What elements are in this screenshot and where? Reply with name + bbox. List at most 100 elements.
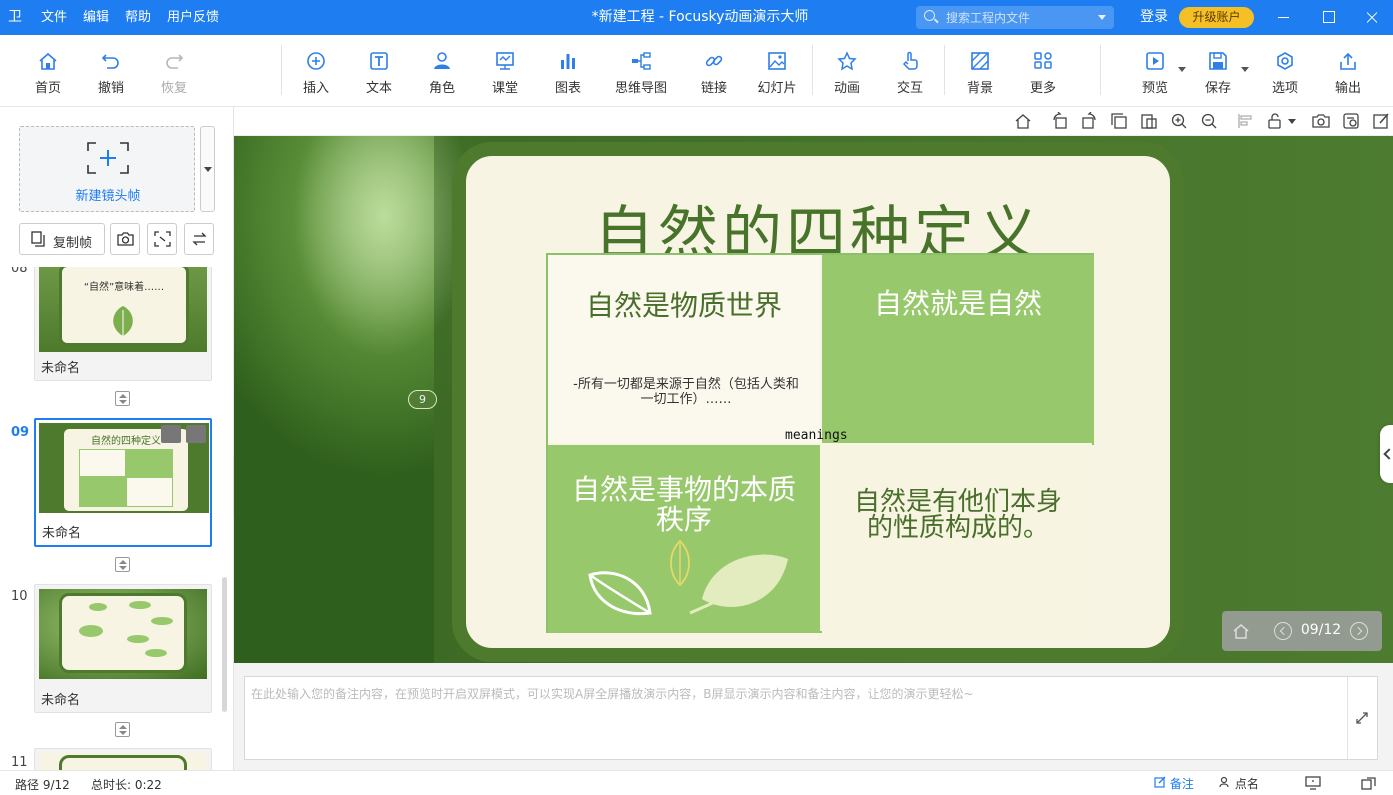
export-button[interactable]: 输出 [1318, 49, 1378, 99]
transition-marker-icon[interactable] [115, 391, 130, 406]
rollcall-button[interactable]: 点名 [1219, 775, 1259, 792]
interaction-button[interactable]: 交互 [880, 49, 940, 99]
upgrade-button[interactable]: 升级账户 [1179, 7, 1254, 28]
star-icon [837, 51, 857, 71]
home-button[interactable]: 首页 [18, 49, 78, 99]
chart-button[interactable]: 图表 [538, 49, 598, 99]
notes-input[interactable] [245, 677, 1349, 759]
notes-toggle[interactable]: 备注 [1154, 775, 1194, 792]
options-button[interactable]: 选项 [1255, 49, 1315, 99]
classroom-button[interactable]: 课堂 [475, 49, 535, 99]
frame-preview-image [39, 589, 207, 679]
menu-file[interactable]: 文件 [41, 0, 67, 35]
search-input[interactable] [946, 9, 1096, 26]
frame-name[interactable]: 未命名 [41, 357, 80, 376]
definition-heading[interactable]: 自然就是自然 [822, 289, 1094, 319]
mindmap-button[interactable]: 思维导图 [604, 49, 678, 99]
fit-frame-button[interactable] [147, 223, 177, 255]
close-button[interactable] [1352, 0, 1392, 35]
definition-cell-material-world[interactable]: 自然是物质世界 -所有一切都是来源于自然（包括人类和一切工作）…… [548, 255, 820, 443]
transition-button[interactable] [184, 223, 214, 255]
copy-icon [31, 231, 45, 247]
text-button[interactable]: 文本 [349, 49, 409, 99]
insert-button[interactable]: 插入 [286, 49, 346, 99]
definition-description[interactable]: -所有一切都是来源于自然（包括人类和一切工作）…… [573, 377, 799, 407]
frame-thumbnail[interactable] [34, 748, 212, 770]
slide-canvas[interactable]: 自然的四种定义 自然是物质世界 -所有一切都是来源于自然（包括人类和一切工作）…… [234, 136, 1393, 663]
menu-feedback[interactable]: 用户反馈 [167, 0, 219, 35]
definition-heading[interactable]: 自然是事物的本质秩序 [548, 475, 820, 535]
zoom-in-icon[interactable] [1170, 112, 1188, 130]
share-window-icon[interactable] [1360, 775, 1378, 791]
definition-heading[interactable]: 自然是物质世界 [548, 291, 820, 321]
menu-edit[interactable]: 编辑 [83, 0, 109, 35]
frame-thumbnail-active[interactable]: 自然的四种定义 未命名 [34, 418, 212, 547]
path-indicator: 路径 9/12 [15, 778, 70, 792]
frame-name[interactable]: 未命名 [41, 689, 80, 708]
notes-expand-button[interactable] [1347, 677, 1377, 759]
add-frame-icon [87, 142, 129, 174]
role-button[interactable]: 角色 [412, 49, 472, 99]
search-dropdown-icon[interactable] [1098, 15, 1106, 20]
screenshot-icon[interactable] [1312, 112, 1330, 130]
home-icon [39, 52, 57, 70]
home-view-icon[interactable] [1014, 112, 1032, 130]
maximize-button[interactable] [1308, 0, 1348, 35]
thumbnail-scrollbar[interactable] [222, 577, 227, 712]
align-left-icon[interactable] [1236, 112, 1254, 130]
copy-frame-button[interactable]: 复制帧 [19, 223, 105, 255]
search-box[interactable] [916, 6, 1114, 29]
frame-thumbnail[interactable]: “自然”意味着…… 未命名 [34, 267, 212, 381]
link-button[interactable]: 链接 [684, 49, 744, 99]
save-button[interactable]: 保存 [1187, 49, 1249, 99]
menu-help[interactable]: 帮助 [125, 0, 151, 35]
nav-home-icon[interactable] [1232, 622, 1250, 640]
login-link[interactable]: 登录 [1140, 0, 1168, 35]
nav-prev-icon[interactable] [1274, 622, 1292, 640]
transition-marker-icon[interactable] [115, 557, 130, 572]
link-icon [705, 55, 723, 67]
collapse-right-panel-button[interactable] [1380, 425, 1393, 483]
snapshot-button[interactable] [110, 223, 140, 255]
minimize-button[interactable] [1264, 0, 1304, 35]
zoom-out-icon[interactable] [1200, 112, 1218, 130]
definition-cell-nature-itself[interactable]: 自然就是自然 [822, 255, 1094, 443]
lock-dropdown-icon[interactable] [1288, 119, 1296, 124]
preview-dropdown-icon[interactable] [1178, 67, 1186, 72]
new-frame-button[interactable]: 新建镜头帧 [19, 126, 195, 212]
frame-name[interactable]: 未命名 [42, 522, 81, 541]
menu-bar: 文件 编辑 帮助 用户反馈 [41, 0, 235, 35]
undo-button[interactable]: 撤销 [81, 49, 141, 99]
export-icon [1340, 52, 1356, 70]
overlay-text-meanings[interactable]: meanings [785, 428, 848, 443]
toolbar-divider [944, 45, 945, 95]
lock-icon[interactable] [1266, 112, 1284, 130]
rotate-left-icon[interactable] [1051, 112, 1069, 130]
preview-button[interactable]: 预览 [1124, 49, 1186, 99]
play-icon [1146, 52, 1164, 70]
save-dropdown-icon[interactable] [1241, 67, 1249, 72]
frame-number-badge[interactable]: 9 [408, 390, 437, 409]
new-frame-dropdown[interactable] [200, 126, 215, 212]
frames-panel: 新建镜头帧 复制帧 08 “自然”意味着…… 未命名 09 自然的四种定义 未命… [0, 107, 234, 770]
screen-mode-icon[interactable] [1304, 775, 1322, 791]
definition-cell-essential-order[interactable]: 自然是事物的本质秩序 [548, 445, 820, 633]
more-button[interactable]: 更多 [1013, 49, 1073, 99]
redo-button[interactable]: 恢复 [144, 49, 204, 99]
frame-settings-icon[interactable] [161, 425, 181, 443]
slides-button[interactable]: 幻灯片 [747, 49, 807, 99]
frame-thumbnail[interactable]: 未命名 [34, 584, 212, 713]
paste-icon[interactable] [1140, 112, 1158, 130]
duplicate-icon[interactable] [1110, 112, 1128, 130]
definition-cell-self-nature[interactable]: 自然是有他们本身的性质构成的。 [822, 445, 1094, 633]
transition-marker-icon[interactable] [115, 722, 130, 737]
frame-delete-icon[interactable] [186, 425, 206, 443]
rotate-right-icon[interactable] [1080, 112, 1098, 130]
image-icon [768, 52, 786, 70]
nav-next-icon[interactable] [1350, 622, 1368, 640]
background-button[interactable]: 背景 [950, 49, 1010, 99]
definition-heading[interactable]: 自然是有他们本身的性质构成的。 [822, 489, 1094, 541]
settings-panel-icon[interactable] [1342, 112, 1360, 130]
animation-button[interactable]: 动画 [817, 49, 877, 99]
edit-icon[interactable] [1372, 112, 1390, 130]
